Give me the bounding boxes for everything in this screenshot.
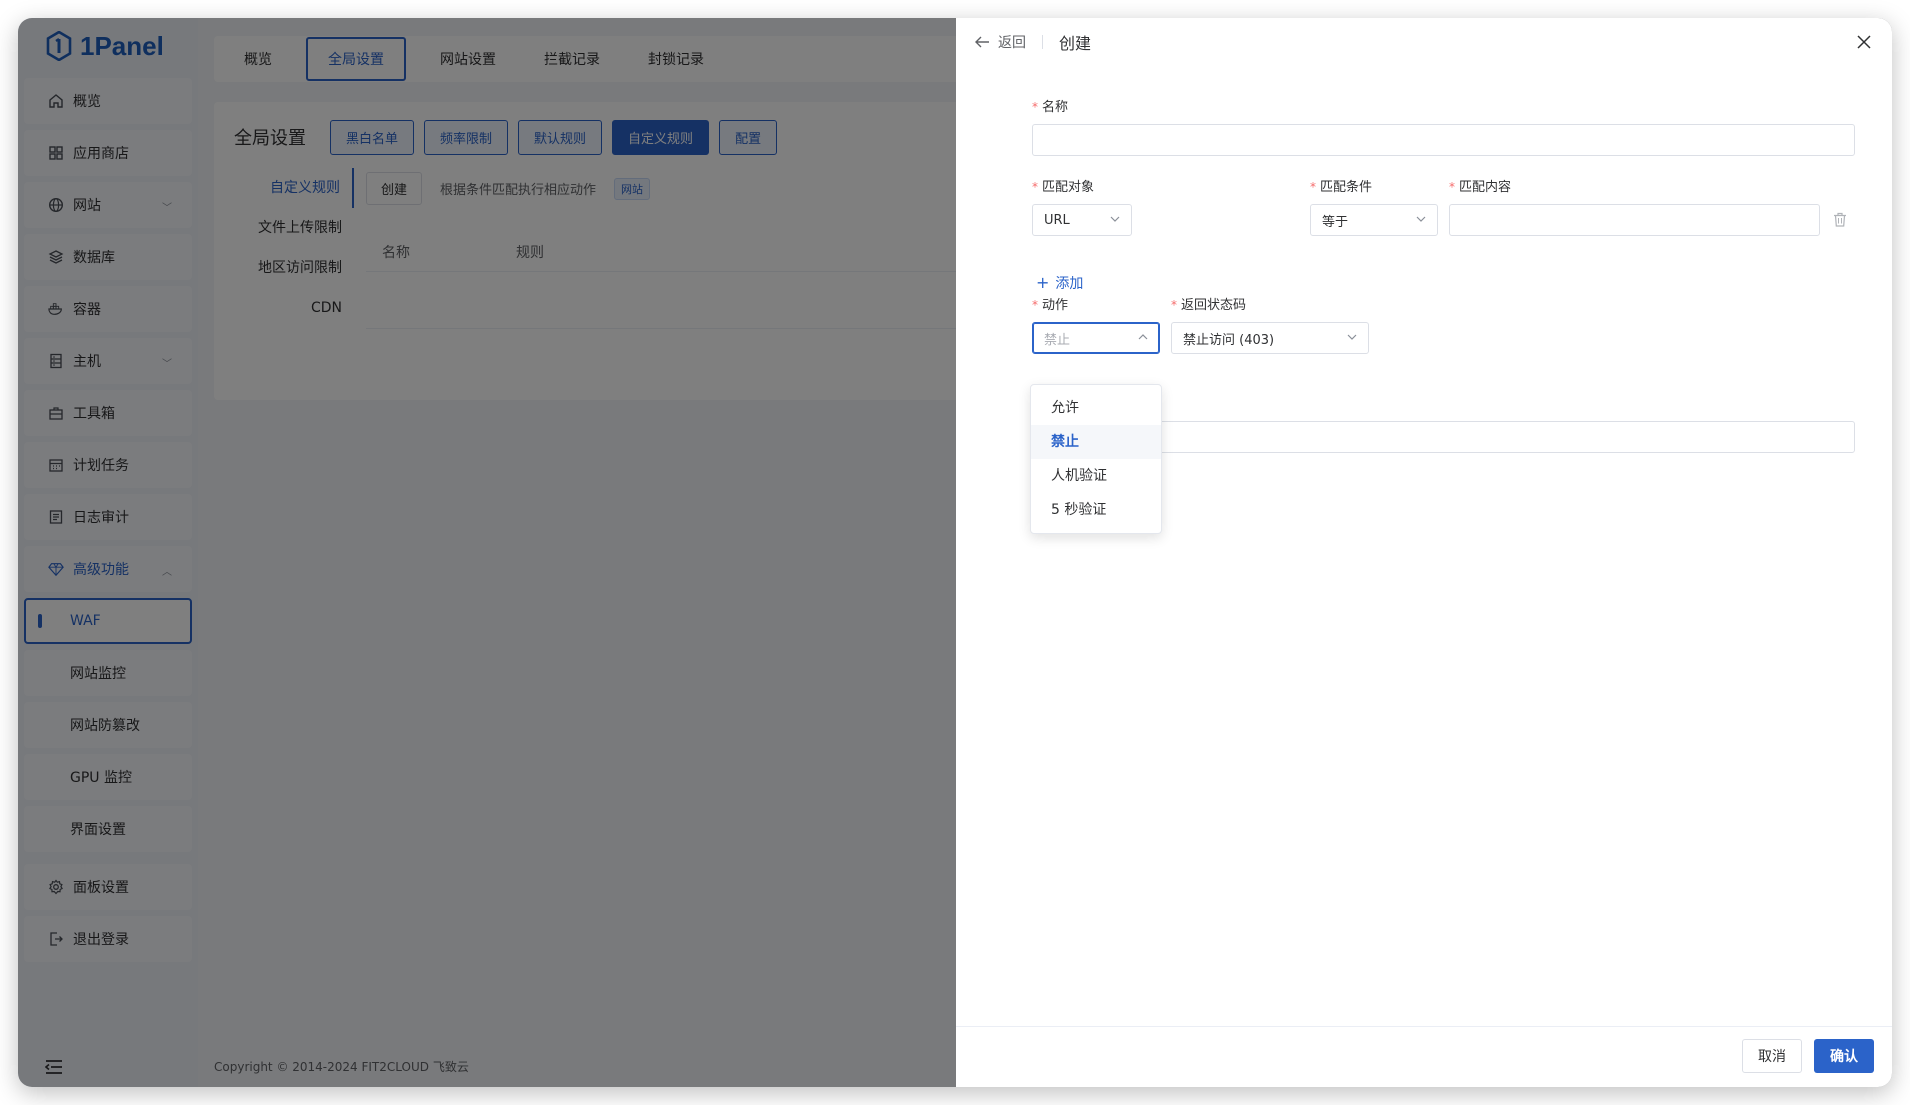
match-content-label: * 匹配内容 xyxy=(1449,180,1512,195)
header-divider xyxy=(1042,35,1043,49)
back-button[interactable]: 返回 xyxy=(998,32,1026,52)
dropdown-option-captcha[interactable]: 人机验证 xyxy=(1031,459,1161,493)
trash-icon[interactable] xyxy=(1833,212,1847,227)
required-mark: * xyxy=(1171,298,1177,312)
chevron-down-icon xyxy=(1347,334,1357,340)
chevron-down-icon xyxy=(1416,216,1426,222)
confirm-button[interactable]: 确认 xyxy=(1814,1039,1874,1073)
dropdown-option-allow[interactable]: 允许 xyxy=(1031,391,1161,425)
cancel-button[interactable]: 取消 xyxy=(1742,1039,1802,1073)
drawer-header: 返回 创建 xyxy=(956,18,1892,66)
status-code-label: * 返回状态码 xyxy=(1171,298,1247,313)
close-icon[interactable] xyxy=(1856,34,1872,50)
chevron-down-icon xyxy=(1110,216,1120,222)
name-label: * 名称 xyxy=(1032,100,1069,115)
required-mark: * xyxy=(1032,100,1038,114)
plus-icon: + xyxy=(1036,273,1050,292)
back-arrow-icon[interactable] xyxy=(974,35,990,49)
match-object-label: * 匹配对象 xyxy=(1032,180,1095,195)
match-content-input[interactable] xyxy=(1449,204,1820,236)
dropdown-option-5s-check[interactable]: 5 秒验证 xyxy=(1031,493,1161,527)
action-dropdown: 允许 禁止 人机验证 5 秒验证 xyxy=(1030,384,1162,534)
action-label: * 动作 xyxy=(1032,298,1069,313)
required-mark: * xyxy=(1449,180,1455,194)
create-rule-drawer: 返回 创建 xyxy=(956,18,1892,1087)
app-window: 1Panel 概览 应用商店 网站 ﹀ 数据库 容器 xyxy=(18,18,1892,1087)
match-condition-select[interactable]: 等于 xyxy=(1310,204,1438,236)
required-mark: * xyxy=(1032,298,1038,312)
match-object-select[interactable]: URL xyxy=(1032,204,1132,236)
status-code-select[interactable]: 禁止访问 (403) xyxy=(1171,322,1369,354)
add-condition-link[interactable]: + 添加 xyxy=(1036,273,1083,293)
required-mark: * xyxy=(1032,180,1038,194)
required-mark: * xyxy=(1310,180,1316,194)
dropdown-option-deny[interactable]: 禁止 xyxy=(1031,425,1161,459)
match-condition-label: * 匹配条件 xyxy=(1310,180,1373,195)
drawer-title: 创建 xyxy=(1059,34,1092,53)
chevron-up-icon xyxy=(1138,334,1148,340)
name-input[interactable] xyxy=(1032,124,1855,156)
action-select[interactable]: 禁止 xyxy=(1032,322,1160,354)
